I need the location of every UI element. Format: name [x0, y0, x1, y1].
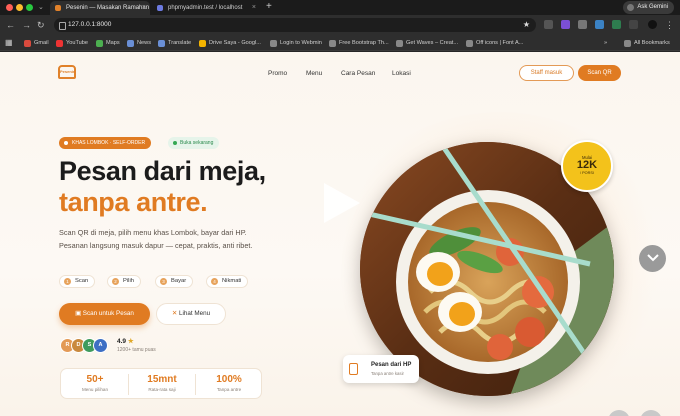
tab-favicon-icon: [55, 5, 61, 11]
reload-button[interactable]: ↻: [37, 19, 45, 31]
nav-menu[interactable]: Menu: [306, 70, 322, 77]
bookmark-item[interactable]: YouTube: [56, 38, 88, 48]
floating-action-button[interactable]: [608, 410, 630, 416]
stats-panel: 50+ Menu pilihan 15mnt Rata-rata saji 100%…: [60, 368, 262, 399]
browser-toolbar: ← → ↻ 127.0.0.1:8000 ★ ⋮: [0, 15, 680, 35]
star-icon: ★: [127, 338, 134, 345]
waves-icon: [396, 40, 403, 47]
bookmark-item[interactable]: Login to Webmin: [270, 38, 322, 48]
forward-button[interactable]: →: [22, 19, 31, 31]
bookmark-item[interactable]: Free Bootstrap Th...: [329, 38, 389, 48]
news-icon: [127, 40, 134, 47]
new-tab-button[interactable]: +: [266, 0, 272, 14]
stat-no-queue: 100% Tanpa antre: [216, 374, 242, 392]
play-icon[interactable]: [324, 183, 360, 223]
youtube-icon: [56, 40, 63, 47]
step-pilih: 2 Pilih: [107, 275, 141, 288]
price-sticker: Mulai 12K / PORSI: [561, 140, 613, 192]
tab-strip: ⌄ Pesenin — Masakan Ramahan × phpmyadmin…: [0, 0, 680, 15]
all-bookmarks-button[interactable]: All Bookmarks: [624, 38, 670, 48]
fontawesome-icon: [466, 40, 473, 47]
bookmark-item[interactable]: Drive Saya - Googl...: [199, 38, 261, 48]
drive-icon: [199, 40, 206, 47]
order-from-phone-card: Pesan dari HP Tanpa antre kasir: [343, 355, 419, 383]
stat-serve-time: 15mnt Rata-rata saji: [147, 374, 177, 392]
extension-settings-icon[interactable]: [544, 20, 553, 29]
stat-menu: 50+ Menu pilihan: [81, 374, 109, 392]
bookmark-item[interactable]: News: [127, 38, 151, 48]
browser-chrome: ⌄ Pesenin — Masakan Ramahan × phpmyadmin…: [0, 0, 680, 52]
hero-title-line2: tanpa antre.: [59, 187, 208, 217]
maximize-window-icon[interactable]: [26, 4, 33, 11]
gmail-icon: [24, 40, 31, 47]
extensions-puzzle-icon[interactable]: [629, 20, 638, 29]
tab-pesenin[interactable]: Pesenin — Masakan Ramahan ×: [50, 1, 150, 15]
view-menu-button[interactable]: ✕ Lihat Menu: [156, 303, 226, 325]
nav-promo[interactable]: Promo: [268, 70, 287, 77]
phone-icon: [349, 363, 358, 375]
tab-search-icon[interactable]: ⌄: [38, 1, 44, 14]
extension-pen-icon[interactable]: [578, 20, 587, 29]
bookmark-item[interactable]: Maps: [96, 38, 120, 48]
staff-login-button[interactable]: Staff masuk: [519, 65, 574, 81]
tab-phpmyadmin[interactable]: phpmyadmin.test / localhost ×: [152, 1, 260, 15]
webmin-icon: [270, 40, 277, 47]
bookmark-item[interactable]: Translate: [158, 38, 191, 48]
chevron-down-icon[interactable]: [639, 245, 666, 272]
close-tab-icon[interactable]: ×: [142, 1, 146, 15]
url-text: 127.0.0.1:8000: [68, 21, 112, 28]
nav-lokasi[interactable]: Lokasi: [392, 70, 411, 77]
back-button[interactable]: ←: [6, 19, 15, 31]
step-scan: 1 Scan: [59, 275, 96, 288]
khas-lombok-badge: KHAS LOMBOK · SELF-ORDER: [59, 137, 152, 149]
scan-to-order-button[interactable]: ▣ Scan untuk Pesan: [59, 303, 150, 325]
tab-title: phpmyadmin.test / localhost: [168, 5, 243, 11]
avatar: A: [93, 338, 108, 353]
bookmark-star-icon[interactable]: ★: [523, 18, 530, 32]
rating: 4.9 ★: [117, 338, 134, 345]
scan-qr-button[interactable]: Scan QR: [578, 65, 621, 81]
guest-count: 1200+ tamu puas: [117, 347, 156, 353]
scan-icon: ▣: [75, 310, 83, 317]
bookmark-item[interactable]: Off icons | Font A...: [466, 38, 523, 48]
open-status-badge: Buka sekarang: [168, 137, 220, 149]
site-logo[interactable]: Pesenin: [58, 65, 76, 79]
close-tab-icon[interactable]: ×: [252, 1, 256, 15]
address-bar[interactable]: 127.0.0.1:8000 ★: [54, 18, 536, 32]
bookmark-item[interactable]: Gmail: [24, 38, 49, 48]
step-nikmati: 4 Nikmati: [206, 275, 249, 288]
ask-gemini-button[interactable]: Ask Gemini: [623, 1, 674, 14]
maps-icon: [96, 40, 103, 47]
page: Pesenin Promo Menu Cara Pesan Lokasi Sta…: [0, 52, 680, 416]
apps-grid-icon[interactable]: ▦: [5, 39, 13, 47]
bookmarks-bar: ▦ Gmail YouTube Maps News Translate Driv…: [0, 35, 680, 51]
nav-cara-pesan[interactable]: Cara Pesan: [341, 70, 375, 77]
hero-description: Scan QR di meja, pilih menu khas Lombok,…: [59, 228, 253, 250]
floating-action-button[interactable]: [640, 410, 662, 416]
extension-icon[interactable]: [612, 20, 621, 29]
close-window-icon[interactable]: [6, 4, 13, 11]
translate-icon: [158, 40, 165, 47]
minimize-window-icon[interactable]: [16, 4, 23, 11]
hero-title-line1: Pesan dari meja,: [59, 156, 266, 186]
extension-icon[interactable]: [595, 20, 604, 29]
bookmark-item[interactable]: Get Waves – Creat...: [396, 38, 458, 48]
step-bayar: 3 Bayar: [155, 275, 194, 288]
profile-avatar[interactable]: [648, 20, 657, 29]
bootstrap-icon: [329, 40, 336, 47]
folder-icon: [624, 40, 631, 47]
browser-menu-icon[interactable]: ⋮: [665, 19, 674, 31]
tab-title: Pesenin — Masakan Ramahan: [66, 5, 150, 11]
tab-favicon-icon: [157, 5, 163, 11]
extension-icon[interactable]: [561, 20, 570, 29]
bookmarks-overflow-icon[interactable]: »: [604, 38, 607, 48]
menu-icon: ✕: [171, 310, 179, 317]
